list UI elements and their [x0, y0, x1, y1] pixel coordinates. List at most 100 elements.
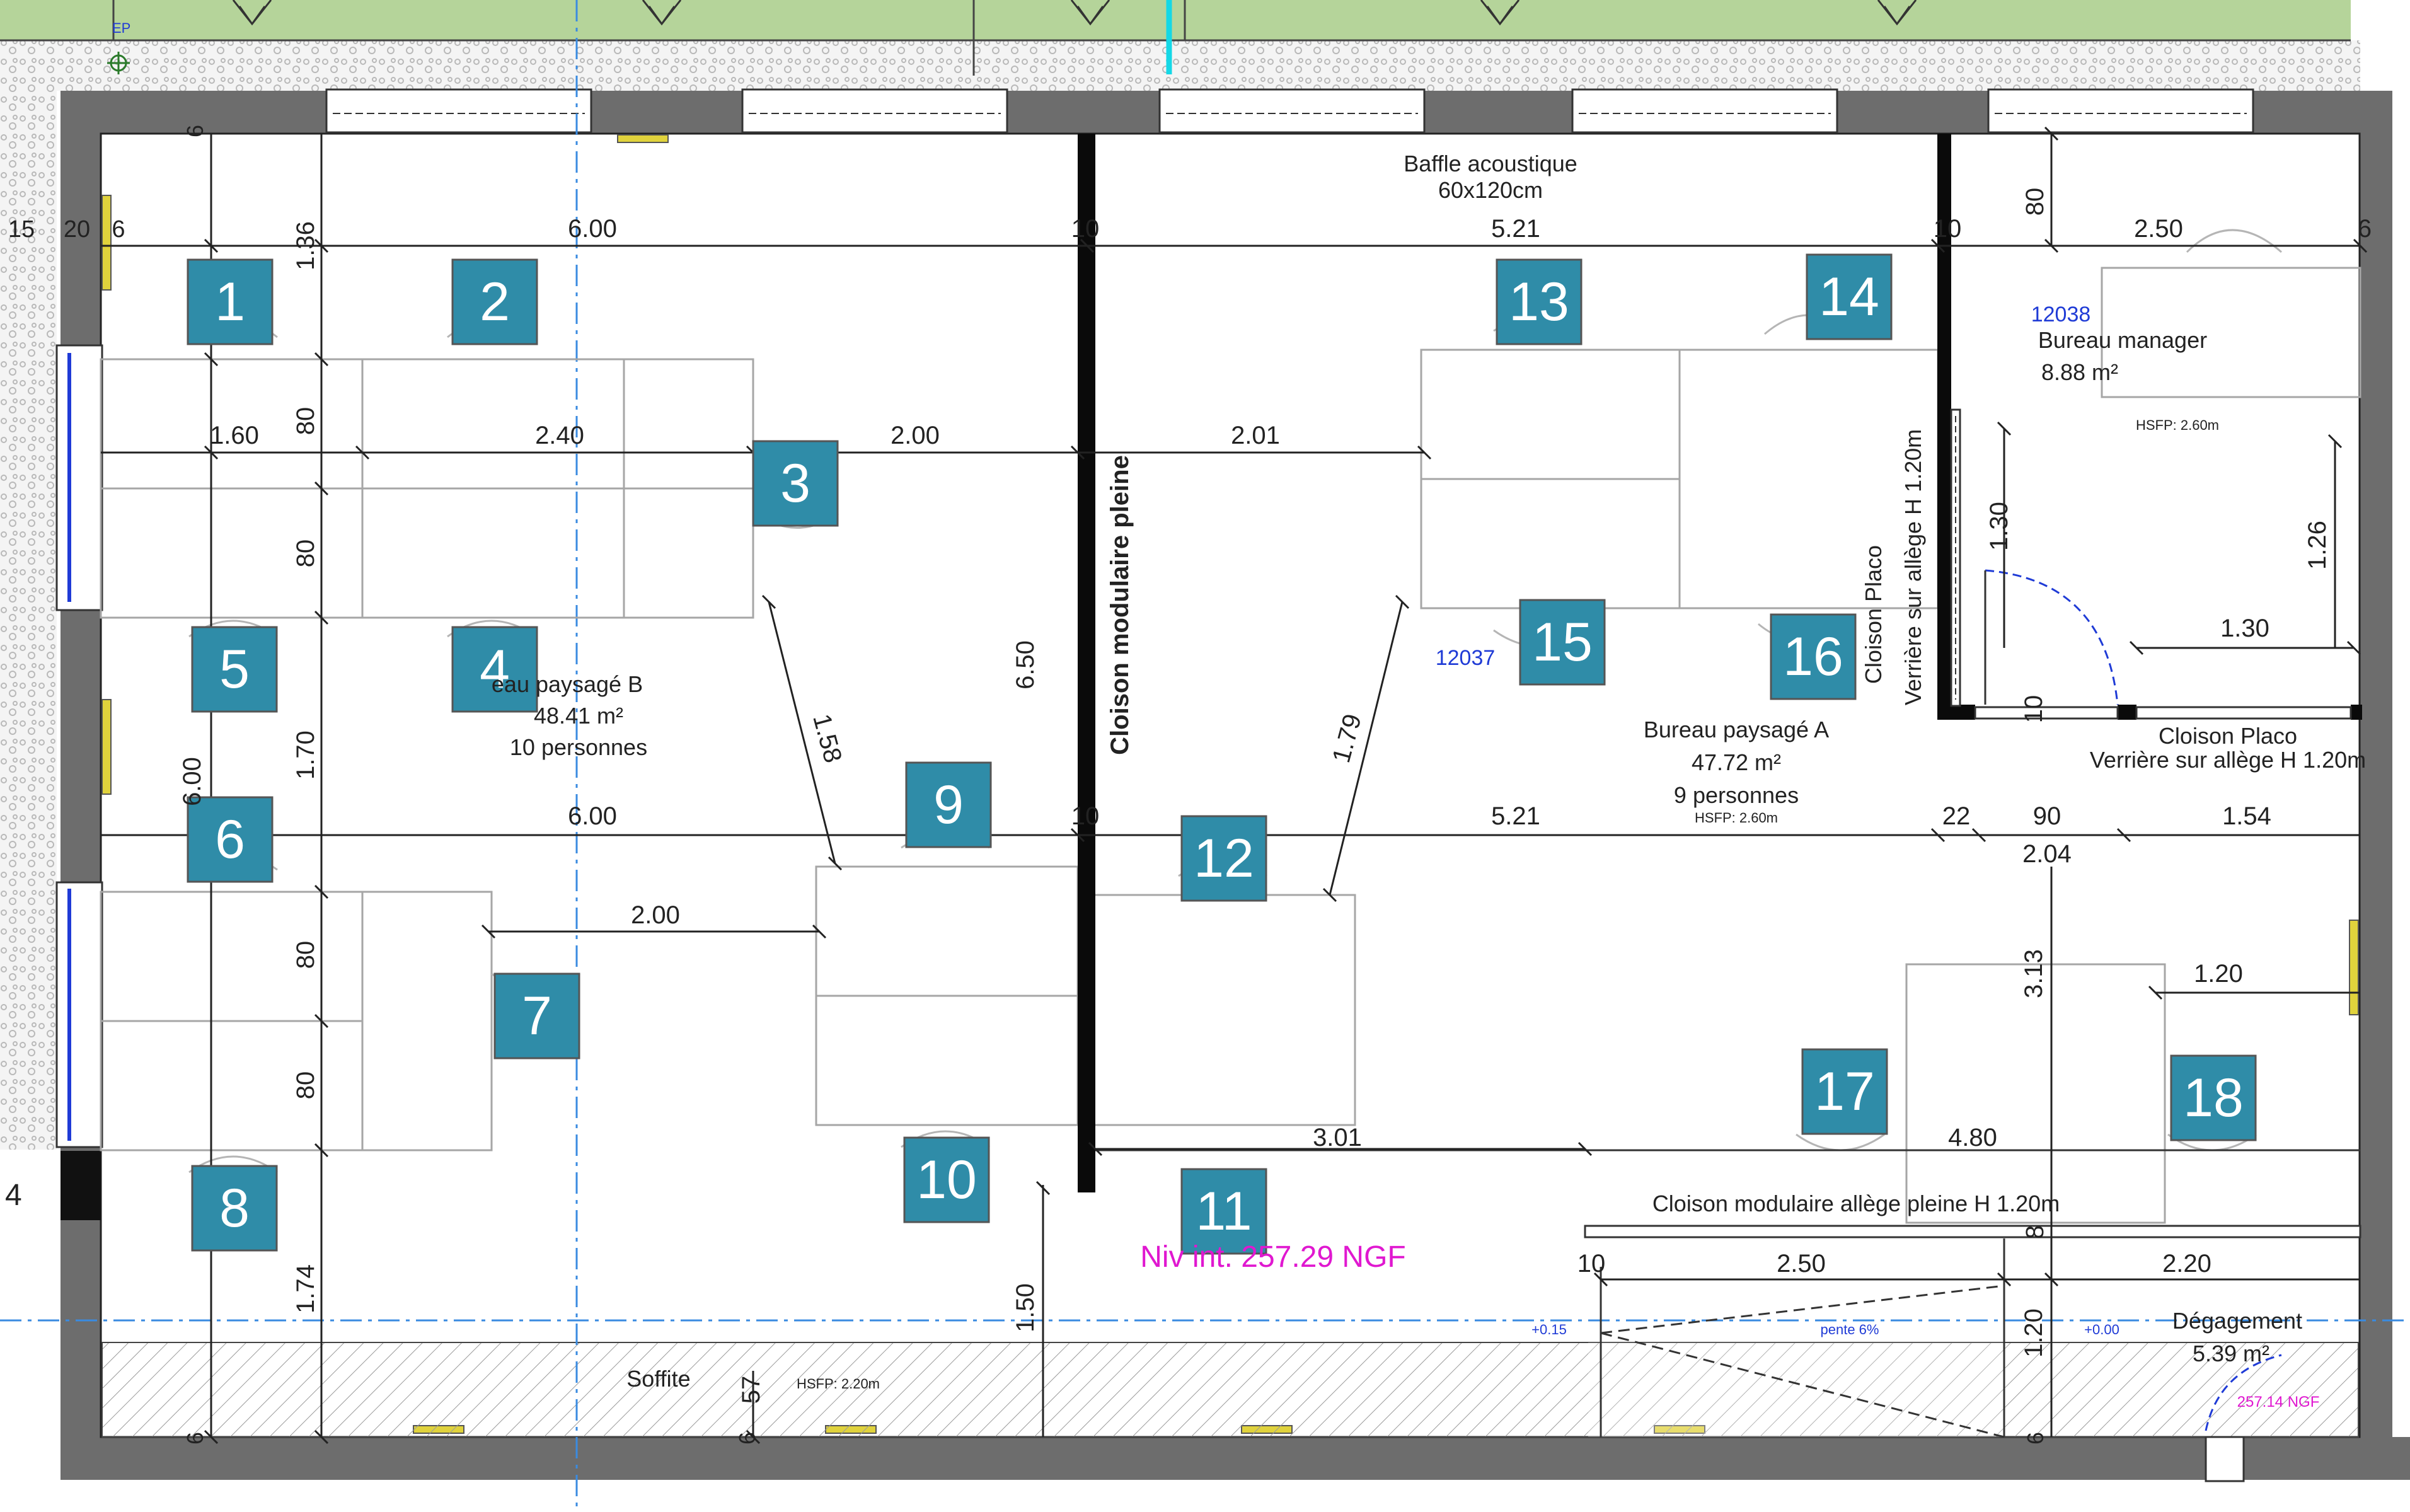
- room-b-area: 48.41 m²: [534, 703, 623, 729]
- manager-code: 12038: [2031, 303, 2091, 326]
- desk-badge: 17: [1801, 1048, 1888, 1135]
- verriere-1: Verrière sur allège H 1.20m: [1900, 429, 1926, 705]
- desk-number: 16: [1783, 626, 1843, 687]
- dim-10a: 10: [1071, 215, 1100, 243]
- dim-90: 90: [2033, 802, 2061, 830]
- desk-number: 18: [2183, 1068, 2244, 1128]
- room-a-name: Bureau paysagé A: [1644, 717, 1829, 742]
- dim-170: 1.70: [292, 730, 320, 780]
- dim-521b: 5.21: [1491, 802, 1540, 830]
- manager-hsfp: HSFP: 2.60m: [2136, 417, 2219, 433]
- desk-number: 1: [215, 272, 245, 332]
- dim-130h: 1.30: [2220, 615, 2269, 642]
- desk-badge: 15: [1519, 599, 1606, 686]
- desk-number: 14: [1819, 267, 1879, 327]
- dim-150: 1.50: [1012, 1283, 1039, 1332]
- desk-number: 6: [215, 809, 245, 870]
- dim-6d: 6: [182, 1432, 208, 1445]
- desk-number: 2: [480, 272, 510, 332]
- gravel-left: [0, 40, 57, 1150]
- dim-201: 2.01: [1231, 422, 1280, 449]
- dim-600a: 6.00: [568, 215, 617, 243]
- desk-number: 10: [916, 1150, 977, 1210]
- dim-250a: 2.50: [2134, 215, 2183, 243]
- desk-badge: 1: [187, 258, 274, 345]
- desk-badge: 3: [752, 440, 839, 527]
- dim-174: 1.74: [292, 1264, 320, 1313]
- dim-120a: 1.20: [2194, 960, 2243, 988]
- dim-313: 3.13: [2020, 949, 2048, 998]
- dim-80a: 80: [2021, 188, 2049, 216]
- desk-number: 3: [780, 453, 810, 514]
- cloison-placo-1: Cloison Placo: [1860, 545, 1886, 684]
- dim-136: 1.36: [292, 221, 320, 270]
- dim-240: 2.40: [535, 422, 584, 449]
- desk-badge: 5: [191, 626, 278, 713]
- degagement-level: 257.14 NGF: [2237, 1394, 2320, 1411]
- baffle-size: 60x120cm: [1438, 177, 1543, 203]
- desk-badge: 18: [2170, 1054, 2257, 1141]
- dim-6: 6: [182, 125, 208, 137]
- dim-6c: 6: [2358, 215, 2372, 243]
- dim-10c: 10: [1071, 802, 1100, 830]
- dim-154: 1.54: [2222, 802, 2271, 830]
- desk-number: 11: [1196, 1181, 1252, 1242]
- desk-number: 12: [1194, 828, 1254, 889]
- dim-8: 8: [2021, 1225, 2049, 1239]
- desk-badge: 16: [1770, 613, 1857, 700]
- degagement-area: 5.39 m²: [2193, 1341, 2269, 1366]
- desk-badge: 9: [905, 761, 992, 848]
- dim-6b: 6: [112, 216, 125, 243]
- desk-badge: 12: [1180, 815, 1267, 902]
- dim-10d: 10: [2020, 695, 2048, 724]
- desk-number: 17: [1814, 1061, 1875, 1122]
- baffle-title: Baffle acoustique: [1404, 151, 1577, 176]
- dim-15: 15: [8, 216, 35, 243]
- room-b-persons: 10 personnes: [510, 734, 647, 760]
- desk-badge: 4: [451, 626, 538, 713]
- manager-area: 8.88 m²: [2041, 359, 2118, 385]
- dim-80b: 80: [292, 407, 320, 436]
- desk-badge: 2: [451, 258, 538, 345]
- dim-57: 57: [737, 1376, 765, 1404]
- ep-label: EP: [112, 20, 130, 36]
- manager-name: Bureau manager: [2038, 327, 2207, 353]
- dim-10e: 10: [1577, 1250, 1606, 1278]
- room-a-hsfp: HSFP: 2.60m: [1695, 810, 1778, 826]
- dim-130v: 1.30: [1985, 502, 2013, 551]
- dim-80d: 80: [292, 941, 320, 969]
- dim-20: 20: [64, 216, 90, 243]
- dim-220: 2.20: [2162, 1250, 2211, 1278]
- dim-126: 1.26: [2303, 521, 2331, 570]
- desk-badge: 6: [187, 796, 274, 883]
- room-a-code: 12037: [1436, 646, 1496, 670]
- cloison-pleine-label: Cloison modulaire pleine: [1106, 455, 1134, 755]
- dim-80c: 80: [292, 540, 320, 568]
- verriere-2: Verrière sur allège H 1.20m: [2090, 747, 2366, 773]
- grass-strip: [0, 0, 2351, 40]
- desk-badge: 10: [903, 1136, 990, 1223]
- dim-301: 3.01: [1313, 1124, 1362, 1151]
- soffite-label: Soffite: [626, 1366, 690, 1392]
- floor-plan: EP 1 2 3 4 5 6 7 8 9 10 11 12 13 14 15 1…: [0, 0, 2410, 1512]
- dim-250b: 2.50: [1777, 1250, 1826, 1278]
- soffite-hsfp: HSFP: 2.20m: [797, 1376, 880, 1392]
- dim-480: 4.80: [1948, 1124, 1997, 1151]
- room-a-area: 47.72 m²: [1692, 749, 1781, 775]
- dim-521a: 5.21: [1491, 215, 1540, 243]
- cloison-placo-2: Cloison Placo: [2159, 723, 2297, 749]
- degagement-level-left: +0.00: [2084, 1322, 2119, 1337]
- dim-6e: 6: [734, 1432, 760, 1445]
- dim-10b: 10: [1934, 215, 1962, 243]
- dim-200b: 2.00: [631, 901, 680, 929]
- desk-badge: 7: [493, 972, 580, 1059]
- desk-number: 15: [1532, 612, 1593, 672]
- cloison-allege-wall: [1584, 1225, 2361, 1238]
- degagement-name: Dégagement: [2172, 1308, 2302, 1334]
- dim-80e: 80: [292, 1071, 320, 1100]
- level-plus: +0.15: [1531, 1322, 1567, 1337]
- dim-22: 22: [1942, 802, 1971, 830]
- desk-number: 13: [1509, 272, 1569, 332]
- desk-badge: 13: [1496, 258, 1583, 345]
- desk-number: 5: [219, 639, 250, 700]
